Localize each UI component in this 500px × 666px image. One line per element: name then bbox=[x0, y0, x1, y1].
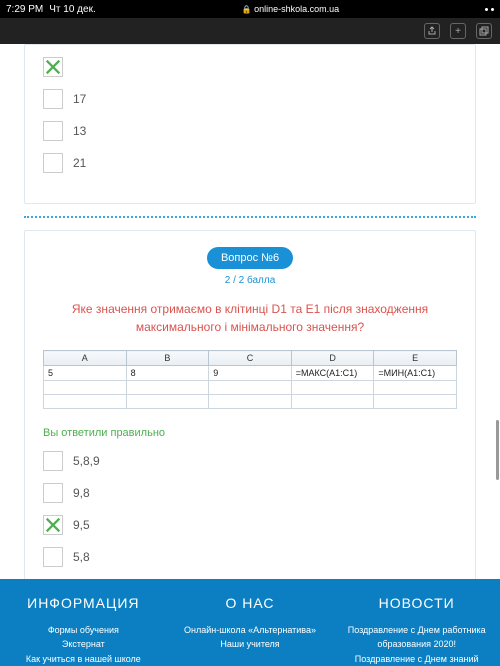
option-label: 21 bbox=[73, 156, 86, 170]
section-divider bbox=[24, 216, 476, 218]
status-indicators bbox=[485, 8, 494, 11]
col-header: B bbox=[126, 351, 209, 366]
col-header: D bbox=[291, 351, 374, 366]
q6-option-3[interactable]: 5,8 bbox=[43, 547, 457, 567]
q5-option-2[interactable]: 13 bbox=[43, 121, 457, 141]
checkbox-icon bbox=[43, 547, 63, 567]
q5-option-3[interactable]: 21 bbox=[43, 153, 457, 173]
footer-link[interactable]: Формы обучения bbox=[6, 623, 161, 637]
question-badge: Вопрос №6 bbox=[207, 247, 293, 269]
footer-title: ИНФОРМАЦИЯ bbox=[6, 595, 161, 611]
excel-table: A B C D E 5 8 9 =МАКС(A1:C1) =МИН(A1:C1) bbox=[43, 350, 457, 409]
q5-option-1[interactable]: 17 bbox=[43, 89, 457, 109]
footer-title: НОВОСТИ bbox=[339, 595, 494, 611]
table-row: 5 8 9 =МАКС(A1:C1) =МИН(A1:C1) bbox=[44, 366, 457, 381]
browser-toolbar: + bbox=[0, 18, 500, 44]
cell: 8 bbox=[126, 366, 209, 381]
option-label: 13 bbox=[73, 124, 86, 138]
q6-option-1[interactable]: 9,8 bbox=[43, 483, 457, 503]
checkbox-icon bbox=[43, 121, 63, 141]
tabs-button[interactable] bbox=[476, 23, 492, 39]
cell: 5 bbox=[44, 366, 127, 381]
ipad-status-bar: 7:29 PM Чт 10 дек. 🔒 online-shkola.com.u… bbox=[0, 0, 500, 18]
footer-title: О НАС bbox=[173, 595, 328, 611]
q6-option-2[interactable]: 9,5 bbox=[43, 515, 457, 535]
checkbox-icon bbox=[43, 451, 63, 471]
share-button[interactable] bbox=[424, 23, 440, 39]
question-score: 2 / 2 балла bbox=[43, 275, 457, 286]
table-header-row: A B C D E bbox=[44, 351, 457, 366]
option-label: 17 bbox=[73, 92, 86, 106]
checkbox-icon bbox=[43, 483, 63, 503]
cell: =МАКС(A1:C1) bbox=[291, 366, 374, 381]
checkbox-checked-icon bbox=[43, 57, 63, 77]
checkbox-icon bbox=[43, 89, 63, 109]
footer-link[interactable]: Поздравление с Днем знаний bbox=[339, 652, 494, 666]
answer-status: Вы ответили правильно bbox=[43, 427, 457, 439]
page-footer: ИНФОРМАЦИЯ Формы обучения Экстернат Как … bbox=[0, 579, 500, 666]
question-6-box: Вопрос №6 2 / 2 балла Яке значення отрим… bbox=[24, 230, 476, 598]
cell: =МИН(A1:C1) bbox=[374, 366, 457, 381]
option-label: 9,5 bbox=[73, 518, 90, 532]
checkbox-icon bbox=[43, 153, 63, 173]
footer-link[interactable]: Поздравление с Днем работника образовани… bbox=[339, 623, 494, 652]
option-label: 9,8 bbox=[73, 486, 90, 500]
footer-link[interactable]: Как учиться в нашей школе bbox=[6, 652, 161, 666]
status-time: 7:29 PM bbox=[6, 4, 43, 15]
footer-link[interactable]: Наши учителя bbox=[173, 637, 328, 651]
scrollbar[interactable] bbox=[496, 420, 499, 480]
footer-link[interactable]: Экстернат bbox=[6, 637, 161, 651]
table-row bbox=[44, 395, 457, 409]
question-text: Яке значення отримаємо в клітинці D1 та … bbox=[43, 300, 457, 350]
footer-link[interactable]: Онлайн-школа «Альтернатива» bbox=[173, 623, 328, 637]
option-label: 5,8 bbox=[73, 550, 90, 564]
col-header: C bbox=[209, 351, 292, 366]
cell: 9 bbox=[209, 366, 292, 381]
footer-col-news: НОВОСТИ Поздравление с Днем работника об… bbox=[333, 595, 500, 666]
status-url: 🔒 online-shkola.com.ua bbox=[102, 4, 479, 14]
col-header: E bbox=[374, 351, 457, 366]
question-5-box: 17 13 21 bbox=[24, 44, 476, 204]
status-date: Чт 10 дек. bbox=[49, 4, 95, 15]
footer-col-about: О НАС Онлайн-школа «Альтернатива» Наши у… bbox=[167, 595, 334, 666]
new-tab-button[interactable]: + bbox=[450, 23, 466, 39]
page-content: 17 13 21 Вопрос №6 2 / 2 балла Яке значе… bbox=[0, 44, 500, 612]
table-row bbox=[44, 381, 457, 395]
footer-col-info: ИНФОРМАЦИЯ Формы обучения Экстернат Как … bbox=[0, 595, 167, 666]
lock-icon: 🔒 bbox=[242, 5, 252, 14]
q6-option-0[interactable]: 5,8,9 bbox=[43, 451, 457, 471]
checkbox-checked-icon bbox=[43, 515, 63, 535]
option-label: 5,8,9 bbox=[73, 454, 100, 468]
q5-option-0[interactable] bbox=[43, 57, 457, 77]
col-header: A bbox=[44, 351, 127, 366]
